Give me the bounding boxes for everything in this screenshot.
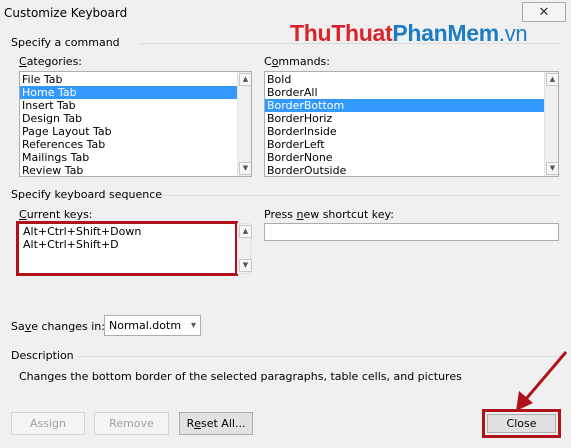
annotation-arrow-icon: [516, 351, 568, 411]
